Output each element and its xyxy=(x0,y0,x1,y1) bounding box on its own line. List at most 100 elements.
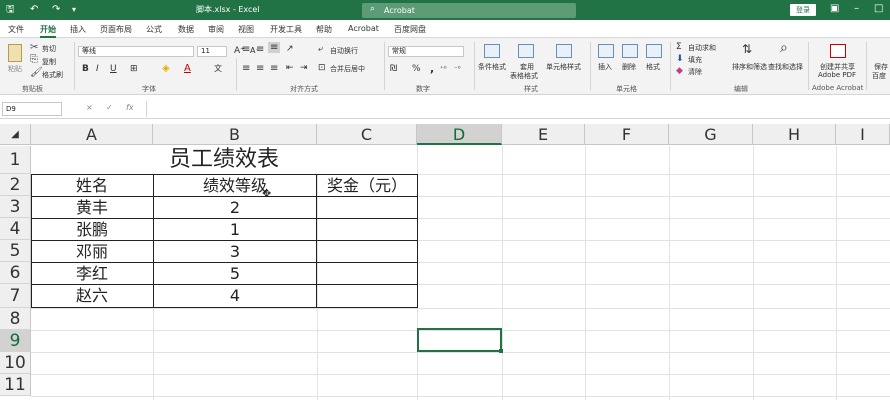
header-cell-grade[interactable]: 绩效等级 xyxy=(153,175,317,197)
row-header[interactable]: 4 xyxy=(0,218,31,240)
copy-button[interactable]: 复制 xyxy=(42,57,56,67)
align-bottom-icon[interactable]: ≡ xyxy=(268,42,281,53)
name-cell[interactable]: 赵六 xyxy=(31,285,153,307)
align-center-icon[interactable]: ≡ xyxy=(256,63,264,74)
font-name-select[interactable]: 等线 xyxy=(78,46,194,57)
name-cell[interactable]: 李红 xyxy=(31,263,153,285)
autosum-button[interactable]: 自动求和 xyxy=(688,43,716,53)
save-icon[interactable]: 🖫 xyxy=(6,3,15,17)
maximize-icon[interactable]: □ xyxy=(874,3,883,14)
formula-input[interactable] xyxy=(146,101,888,117)
row-header[interactable]: 7 xyxy=(0,284,31,308)
tab-developer[interactable]: 开发工具 xyxy=(270,24,302,35)
name-cell[interactable]: 黄丰 xyxy=(31,197,153,219)
row-header[interactable]: 3 xyxy=(0,196,31,218)
grade-cell[interactable]: 5 xyxy=(153,263,317,285)
redo-icon[interactable]: ↷ xyxy=(52,3,60,17)
column-header[interactable]: I xyxy=(836,124,890,145)
border-icon[interactable]: ⊞ xyxy=(130,64,138,74)
font-size-select[interactable]: 11 xyxy=(197,46,227,57)
column-header[interactable]: E xyxy=(502,124,585,145)
format-as-table-line2[interactable]: 表格格式 xyxy=(510,71,538,81)
row-header[interactable]: 10 xyxy=(0,352,31,374)
enter-icon[interactable]: ✓ xyxy=(106,103,113,112)
column-header[interactable]: A xyxy=(31,124,153,145)
tab-help[interactable]: 帮助 xyxy=(316,24,332,35)
create-pdf-line2[interactable]: Adobe PDF xyxy=(818,71,856,79)
wrap-text-button[interactable]: 自动换行 xyxy=(330,46,358,56)
phonetic-icon[interactable]: 文 xyxy=(214,63,222,74)
column-header[interactable]: C xyxy=(317,124,417,145)
font-color-button[interactable]: A xyxy=(184,63,191,74)
align-left-icon[interactable]: ≡ xyxy=(242,63,250,74)
find-select-button[interactable]: 查找和选择 xyxy=(768,62,803,72)
outdent-icon[interactable]: ⇥ xyxy=(300,63,308,73)
tab-home[interactable]: 开始 xyxy=(40,24,56,38)
currency-icon[interactable]: ₪ xyxy=(390,64,397,74)
row-header[interactable]: 1 xyxy=(0,146,31,174)
ribbon-display-icon[interactable]: ▣ xyxy=(830,3,839,14)
row-header-selected[interactable]: 9 xyxy=(0,330,31,352)
orientation-icon[interactable]: ↗ xyxy=(286,44,294,54)
tab-file[interactable]: 文件 xyxy=(8,24,24,35)
undo-icon[interactable]: ↶ xyxy=(30,3,38,17)
conditional-format-button[interactable]: 条件格式 xyxy=(478,62,506,72)
tab-view[interactable]: 视图 xyxy=(238,24,254,35)
underline-button[interactable]: U xyxy=(110,64,117,74)
cancel-icon[interactable]: × xyxy=(86,103,93,112)
row-header[interactable]: 6 xyxy=(0,262,31,284)
bold-button[interactable]: B xyxy=(82,64,89,74)
name-cell[interactable]: 张鹏 xyxy=(31,219,153,241)
paste-icon[interactable] xyxy=(8,44,22,62)
login-button[interactable]: 登录 xyxy=(790,4,816,16)
tab-formulas[interactable]: 公式 xyxy=(146,24,162,35)
increase-decimal-icon[interactable]: ⁺⁰ xyxy=(440,65,447,73)
row-header[interactable]: 11 xyxy=(0,374,31,396)
italic-button[interactable]: I xyxy=(96,64,99,74)
selected-cell-d9[interactable] xyxy=(417,328,503,353)
tab-page-layout[interactable]: 页面布局 xyxy=(100,24,132,35)
fill-button[interactable]: 填充 xyxy=(688,55,702,65)
column-header[interactable]: H xyxy=(753,124,836,145)
paste-label[interactable]: 粘贴 xyxy=(8,64,22,74)
grade-cell[interactable]: 3 xyxy=(153,241,317,263)
tab-baidu[interactable]: 百度网盘 xyxy=(394,24,426,35)
format-cells-button[interactable]: 格式 xyxy=(646,62,660,72)
column-header-selected[interactable]: D xyxy=(417,124,502,145)
sort-filter-button[interactable]: 排序和筛选 xyxy=(732,62,767,72)
align-right-icon[interactable]: ≡ xyxy=(270,63,278,74)
sheet-title[interactable]: 员工绩效表 xyxy=(31,146,417,174)
fill-handle[interactable] xyxy=(499,349,503,353)
grade-cell[interactable]: 4 xyxy=(153,285,317,307)
customize-qat-icon[interactable]: ▾ xyxy=(72,3,76,17)
align-top-icon[interactable]: ≡ xyxy=(242,44,250,55)
cut-button[interactable]: 剪切 xyxy=(42,44,56,54)
search-box[interactable]: ⌕ Acrobat xyxy=(362,3,576,18)
minimize-icon[interactable]: – xyxy=(854,3,859,14)
indent-icon[interactable]: ⇤ xyxy=(286,63,294,73)
tab-acrobat[interactable]: Acrobat xyxy=(348,24,379,33)
column-header[interactable]: G xyxy=(669,124,753,145)
name-cell[interactable]: 邓丽 xyxy=(31,241,153,263)
cell-styles-button[interactable]: 单元格样式 xyxy=(546,62,581,72)
comma-button[interactable]: , xyxy=(430,62,434,75)
percent-button[interactable]: % xyxy=(412,64,421,74)
header-cell-bonus[interactable]: 奖金（元） xyxy=(317,175,417,197)
delete-cells-button[interactable]: 删除 xyxy=(622,62,636,72)
insert-function-icon[interactable]: fx xyxy=(126,103,134,112)
format-painter-button[interactable]: 格式刷 xyxy=(42,70,63,80)
tab-data[interactable]: 数据 xyxy=(178,24,194,35)
decrease-decimal-icon[interactable]: ⁻⁰ xyxy=(454,65,461,73)
name-box[interactable]: D9 xyxy=(2,102,62,116)
tab-insert[interactable]: 插入 xyxy=(70,24,86,35)
row-header[interactable]: 5 xyxy=(0,240,31,262)
clear-button[interactable]: 清除 xyxy=(688,67,702,77)
merge-center-button[interactable]: 合并后居中 xyxy=(330,64,365,74)
column-header[interactable]: F xyxy=(585,124,669,145)
grade-cell[interactable]: 1 xyxy=(153,219,317,241)
select-all-corner[interactable]: ◢ xyxy=(0,124,31,145)
save-baidu-line2[interactable]: 百度 xyxy=(872,71,886,81)
number-format-select[interactable]: 常规 xyxy=(388,46,464,57)
row-header[interactable]: 8 xyxy=(0,308,31,330)
grade-cell[interactable]: 2 xyxy=(153,197,317,219)
